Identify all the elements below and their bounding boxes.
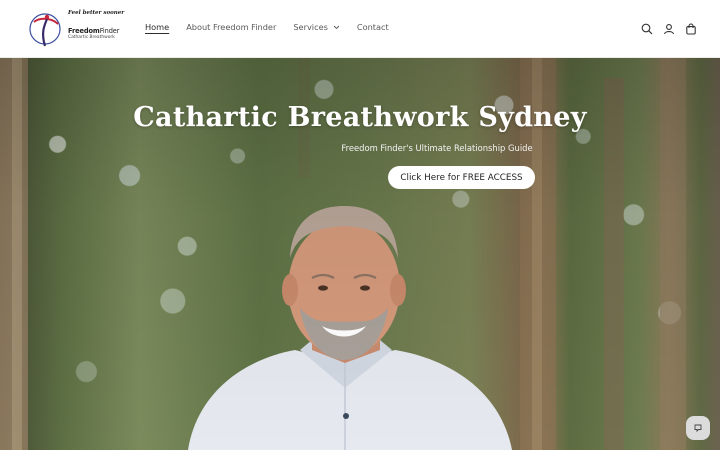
logo-mark	[29, 13, 61, 47]
hero-title: Cathartic Breathwork Sydney	[133, 102, 587, 133]
chevron-down-icon	[333, 25, 340, 29]
nav-item-services[interactable]: Services	[293, 22, 340, 32]
chat-icon	[694, 424, 702, 433]
main-nav: Home About Freedom Finder Services Conta…	[145, 22, 406, 32]
site-header: Feel better sooner FreedomFinder Cathart…	[0, 0, 720, 58]
nav-item-about[interactable]: About Freedom Finder	[186, 22, 276, 32]
brand-logo[interactable]: Feel better sooner FreedomFinder Cathart…	[28, 8, 124, 50]
hero-banner: Cathartic Breathwork Sydney Freedom Find…	[0, 58, 720, 450]
chat-widget-button[interactable]	[686, 416, 710, 440]
brand-subtitle: Cathartic Breathwork	[68, 35, 115, 40]
nav-item-contact[interactable]: Contact	[357, 22, 389, 32]
nav-item-home[interactable]: Home	[145, 22, 169, 32]
free-access-button[interactable]: Click Here for FREE ACCESS	[388, 166, 535, 189]
search-icon[interactable]	[640, 22, 654, 36]
brand-tagline: Feel better sooner	[68, 10, 125, 16]
brand-name-thin: Finder	[99, 27, 120, 35]
hero-subtitle: Freedom Finder's Ultimate Relationship G…	[341, 143, 533, 153]
brand-name-bold: Freedom	[68, 27, 100, 35]
nav-item-services-label: Services	[293, 22, 328, 32]
header-icons	[632, 22, 698, 36]
brand-name: FreedomFinder	[68, 27, 119, 35]
cart-icon[interactable]	[684, 22, 698, 36]
account-icon[interactable]	[662, 22, 676, 36]
